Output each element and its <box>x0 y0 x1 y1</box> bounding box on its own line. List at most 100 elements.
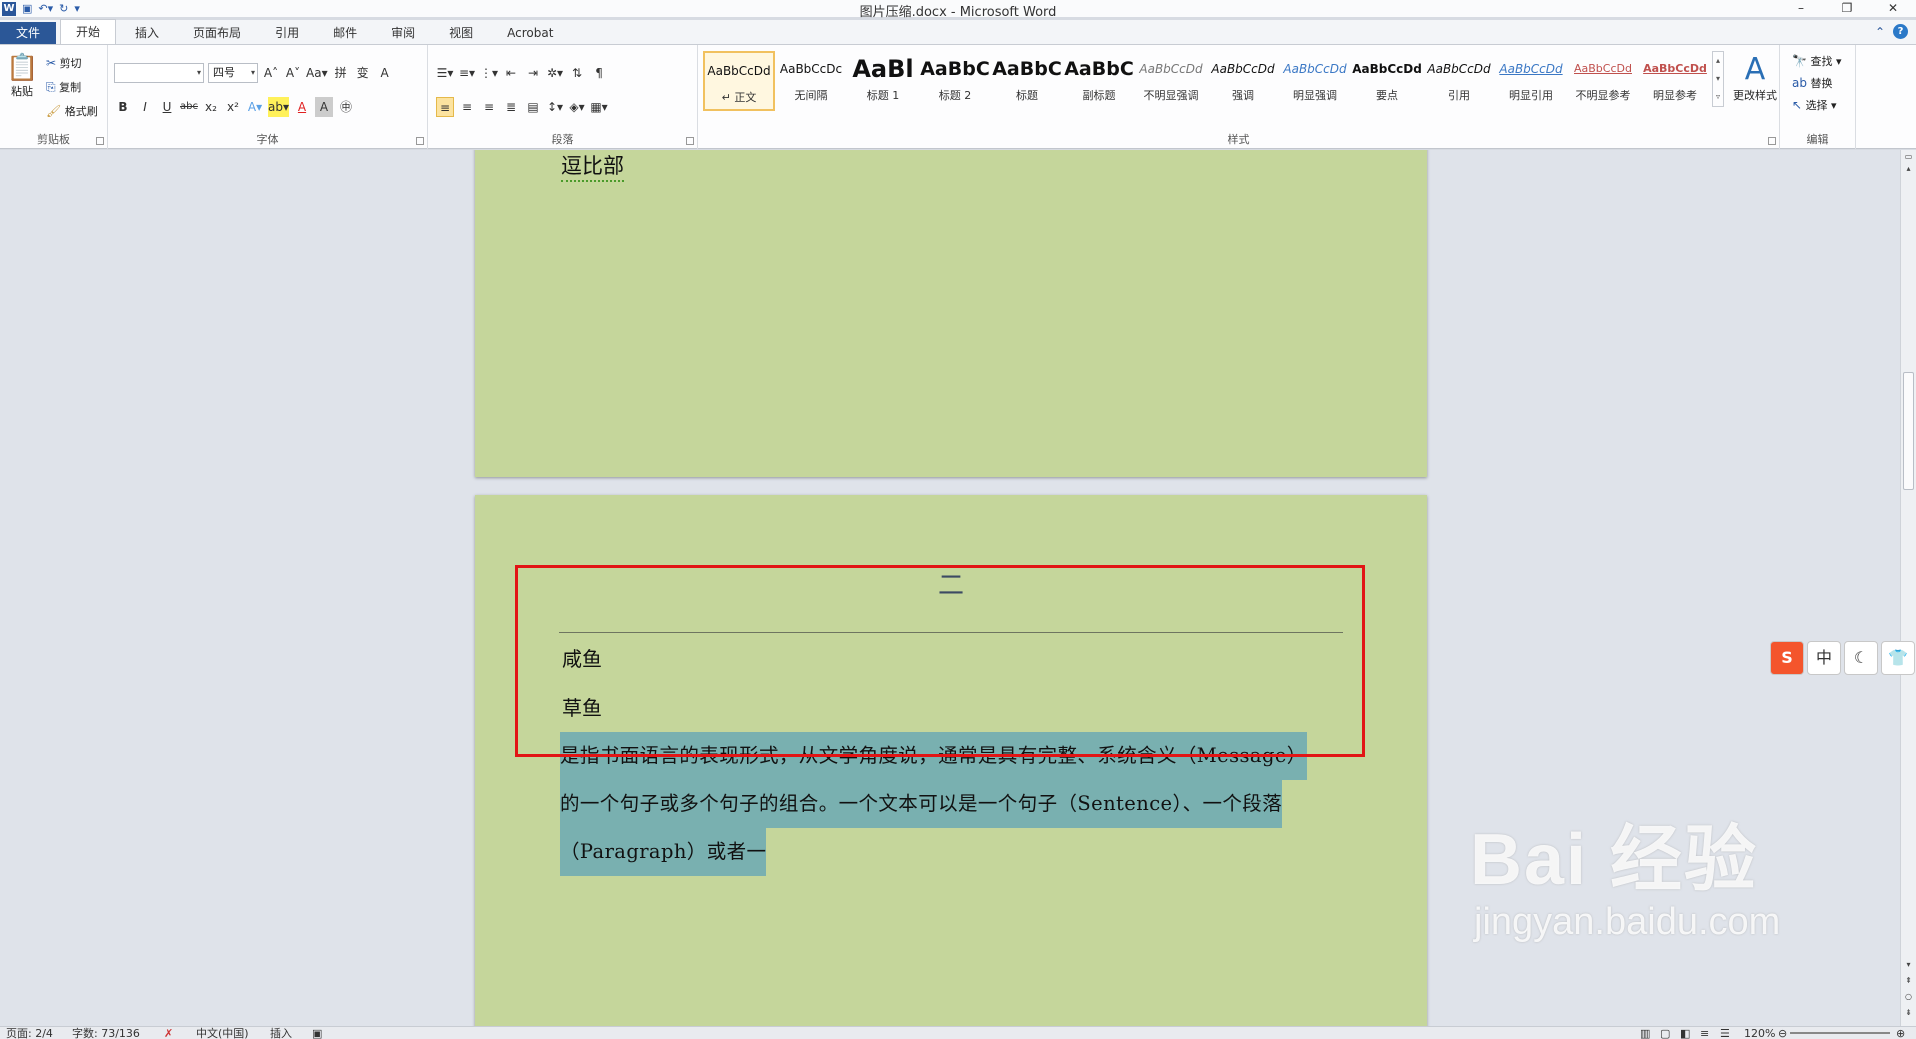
select-button[interactable]: ↖ 选择 ▾ <box>1792 97 1837 113</box>
sort-icon[interactable]: ⇅ <box>568 63 586 83</box>
styles-gallery-scroll[interactable]: ▴ ▾ ▿ <box>1712 51 1724 107</box>
phonetic-guide-icon[interactable]: 拼 <box>332 63 350 83</box>
change-styles-button[interactable]: A 更改样式 <box>1730 53 1780 103</box>
format-painter-button[interactable]: 🖌 格式刷 <box>46 103 98 119</box>
selected-line[interactable]: （Paragraph）或者一 <box>560 828 767 876</box>
outline-view-icon[interactable]: ≡ <box>1700 1027 1709 1039</box>
borders-icon[interactable]: ▦▾ <box>590 97 608 117</box>
zoom-slider[interactable] <box>1790 1032 1890 1034</box>
style-emphasis[interactable]: AaBbCcDd 强调 <box>1207 51 1279 111</box>
tab-file[interactable]: 文件 <box>0 22 57 44</box>
bullets-icon[interactable]: ☰▾ <box>436 63 454 83</box>
character-border-icon[interactable]: A <box>376 63 394 83</box>
tab-review[interactable]: 审阅 <box>376 22 430 44</box>
next-page-icon[interactable]: ⇟ <box>1901 1008 1916 1017</box>
style-normal[interactable]: AaBbCcDd ↵ 正文 <box>703 51 775 111</box>
zoom-out-icon[interactable]: ⊖ <box>1778 1027 1787 1039</box>
justify-icon[interactable]: ≣ <box>502 97 520 117</box>
italic-button[interactable]: I <box>136 97 154 117</box>
ruler-toggle-icon[interactable]: ▭ <box>1901 152 1916 161</box>
macro-record-icon[interactable]: ▣ <box>312 1027 322 1039</box>
scroll-up-icon[interactable]: ▴ <box>1901 164 1916 173</box>
chinese-layout-icon[interactable]: ✲▾ <box>546 63 564 83</box>
font-launcher-icon[interactable] <box>416 137 424 145</box>
multilevel-list-icon[interactable]: ⋮▾ <box>480 63 498 83</box>
style-heading-1[interactable]: AaBl 标题 1 <box>847 51 919 111</box>
style-title[interactable]: AaBbC 标题 <box>991 51 1063 111</box>
font-color-button[interactable]: A <box>293 97 311 117</box>
style-subtitle[interactable]: AaBbC 副标题 <box>1063 51 1135 111</box>
strikethrough-button[interactable]: abc <box>180 97 198 117</box>
ime-chinese-mode-button[interactable]: 中 <box>1807 641 1841 675</box>
change-case-button[interactable]: Aa▾ <box>306 63 328 83</box>
minimize-button[interactable]: – <box>1778 0 1824 17</box>
browse-object-icon[interactable]: ○ <box>1901 992 1916 1001</box>
tab-view[interactable]: 视图 <box>434 22 488 44</box>
underline-button[interactable]: U <box>158 97 176 117</box>
copy-button[interactable]: ⎘ 复制 <box>46 79 81 95</box>
superscript-button[interactable]: x² <box>224 97 242 117</box>
font-size-combo[interactable]: 四号 ▾ <box>208 63 258 83</box>
tab-home[interactable]: 开始 <box>60 19 117 44</box>
style-intense-quote[interactable]: AaBbCcDd 明显引用 <box>1495 51 1567 111</box>
full-screen-view-icon[interactable]: ▢ <box>1660 1027 1670 1039</box>
document-page-1[interactable]: 逗比部 <box>475 150 1427 477</box>
shrink-font-button[interactable]: A˅ <box>284 63 302 83</box>
collapse-ribbon-icon[interactable]: ⌃ <box>1875 25 1885 39</box>
style-strong[interactable]: AaBbCcDd 要点 <box>1351 51 1423 111</box>
enclosed-char-icon[interactable]: ㊥ <box>337 97 355 117</box>
line-spacing-icon[interactable]: ↕▾ <box>546 97 564 117</box>
text-effects-icon[interactable]: A▾ <box>246 97 264 117</box>
paragraph-line[interactable]: 草鱼 <box>562 692 602 721</box>
increase-indent-icon[interactable]: ⇥ <box>524 63 542 83</box>
web-layout-view-icon[interactable]: ◧ <box>1680 1027 1690 1039</box>
tab-insert[interactable]: 插入 <box>120 22 174 44</box>
page-header-text[interactable]: 二 <box>475 565 1427 602</box>
grow-font-button[interactable]: A˄ <box>262 63 280 83</box>
selected-paragraph[interactable]: 是指书面语言的表现形式，从文学角度说，通常是具有完整、系统含义（Message）… <box>560 732 1340 876</box>
zoom-level[interactable]: 120% <box>1744 1027 1775 1039</box>
subscript-button[interactable]: x₂ <box>202 97 220 117</box>
font-name-combo[interactable]: ▾ <box>114 63 204 83</box>
style-intense-emphasis[interactable]: AaBbCcDd 明显强调 <box>1279 51 1351 111</box>
find-button[interactable]: 🔭 查找 ▾ <box>1792 53 1841 69</box>
draft-view-icon[interactable]: ☰ <box>1720 1027 1730 1039</box>
align-left-icon[interactable]: ≡ <box>436 97 454 117</box>
vertical-scrollbar[interactable]: ▭ ▴ ▾ ⇞ ○ ⇟ <box>1900 150 1916 1026</box>
distributed-icon[interactable]: ▤ <box>524 97 542 117</box>
decrease-indent-icon[interactable]: ⇤ <box>502 63 520 83</box>
paragraph-launcher-icon[interactable] <box>686 137 694 145</box>
shading-icon[interactable]: ◈▾ <box>568 97 586 117</box>
style-intense-reference[interactable]: AaBbCcDd 明显参考 <box>1639 51 1711 111</box>
style-quote[interactable]: AaBbCcDd 引用 <box>1423 51 1495 111</box>
numbering-icon[interactable]: ≡▾ <box>458 63 476 83</box>
help-icon[interactable]: ? <box>1893 24 1908 39</box>
scrollbar-thumb[interactable] <box>1903 372 1914 490</box>
document-page-2[interactable]: 二 咸鱼 草鱼 是指书面语言的表现形式，从文学角度说，通常是具有完整、系统含义（… <box>475 495 1427 1026</box>
paragraph-line[interactable]: 咸鱼 <box>562 643 602 672</box>
proofing-icon[interactable]: ✗ <box>164 1027 173 1039</box>
skin-shirt-icon[interactable]: 👕 <box>1881 641 1915 675</box>
paste-button[interactable]: 📋 粘贴 <box>6 53 38 99</box>
print-layout-view-icon[interactable]: ▥ <box>1640 1027 1650 1039</box>
insert-mode-status[interactable]: 插入 <box>270 1027 292 1039</box>
sogou-logo-icon[interactable]: S <box>1770 641 1804 675</box>
highlight-icon[interactable]: ab▾ <box>268 97 289 117</box>
restore-button[interactable]: ❐ <box>1824 0 1870 17</box>
show-marks-icon[interactable]: ¶ <box>590 63 608 83</box>
tab-acrobat[interactable]: Acrobat <box>492 22 568 44</box>
style-no-spacing[interactable]: AaBbCcDc 无间隔 <box>775 51 847 111</box>
scroll-down-icon[interactable]: ▾ <box>1901 960 1916 969</box>
selected-line[interactable]: 是指书面语言的表现形式，从文学角度说，通常是具有完整、系统含义（Message） <box>560 732 1307 780</box>
clipboard-launcher-icon[interactable] <box>96 137 104 145</box>
page1-text[interactable]: 逗比部 <box>561 150 624 182</box>
align-right-icon[interactable]: ≡ <box>480 97 498 117</box>
zoom-in-icon[interactable]: ⊕ <box>1896 1027 1905 1039</box>
replace-button[interactable]: ab 替换 <box>1792 75 1832 91</box>
styles-launcher-icon[interactable] <box>1768 137 1776 145</box>
prev-page-icon[interactable]: ⇞ <box>1901 976 1916 985</box>
close-button[interactable]: ✕ <box>1870 0 1916 17</box>
character-shading-icon[interactable]: 变 <box>354 63 372 83</box>
tab-mailings[interactable]: 邮件 <box>318 22 372 44</box>
moon-icon[interactable]: ☾ <box>1844 641 1878 675</box>
